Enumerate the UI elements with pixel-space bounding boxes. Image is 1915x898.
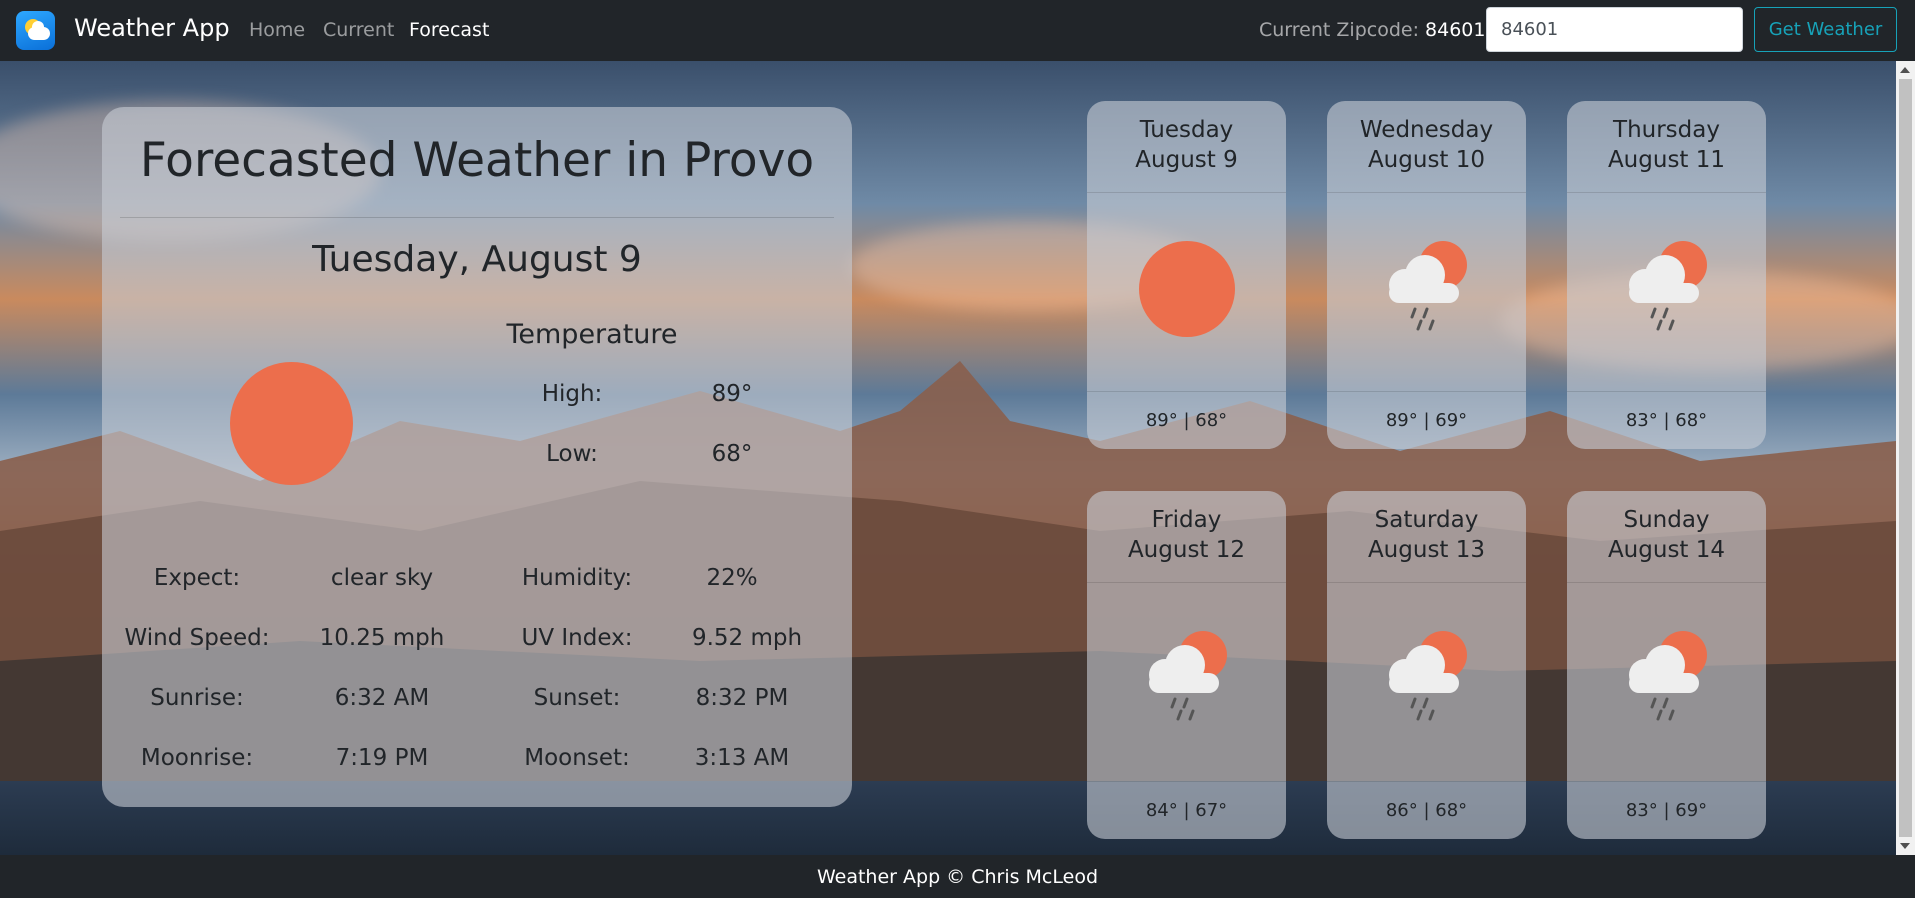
scroll-up-icon[interactable] — [1900, 67, 1910, 73]
forecast-card[interactable]: Friday August 12 84° | 67° — [1087, 491, 1286, 839]
high-label: High: — [541, 381, 603, 407]
scroll-down-icon[interactable] — [1900, 843, 1910, 849]
nav-link-current[interactable]: Current — [323, 19, 394, 41]
nav-link-home[interactable]: Home — [249, 19, 305, 41]
forecast-day: Saturday — [1374, 507, 1479, 533]
sun-icon — [1135, 237, 1239, 341]
sunset-value: 8:32 PM — [695, 685, 789, 711]
navbar: Weather App Home Current Forecast Curren… — [0, 0, 1915, 61]
divider — [120, 217, 834, 218]
forecast-day: Tuesday — [1139, 117, 1234, 143]
forecast-day: Friday — [1151, 507, 1222, 533]
forecast-temps: 83° | 69° — [1625, 800, 1708, 821]
forecast-date: August 9 — [1135, 147, 1238, 173]
forecast-date: August 13 — [1367, 537, 1486, 563]
footer-text: Weather App © Chris McLeod — [816, 866, 1099, 888]
scrollbar[interactable] — [1896, 61, 1915, 855]
expect-value: clear sky — [330, 565, 434, 591]
forecast-temps: 83° | 68° — [1625, 410, 1708, 431]
forecast-temps: 89° | 69° — [1385, 410, 1468, 431]
page-title: Forecasted Weather in Provo — [139, 133, 815, 188]
forecast-day: Wednesday — [1359, 117, 1494, 143]
expect-label: Expect: — [153, 565, 241, 591]
forecast-date: August 14 — [1607, 537, 1726, 563]
moonrise-label: Moonrise: — [140, 745, 254, 771]
moonset-value: 3:13 AM — [694, 745, 790, 771]
forecast-detail-card: Forecasted Weather in Provo Tuesday, Aug… — [102, 107, 852, 807]
forecast-day: Sunday — [1623, 507, 1710, 533]
wind-speed-label: Wind Speed: — [124, 625, 270, 651]
high-value: 89° — [711, 381, 753, 407]
rain-cloud-sun-icon — [1629, 241, 1707, 331]
forecast-card[interactable]: Sunday August 14 83° | 69° — [1567, 491, 1766, 839]
scroll-thumb[interactable] — [1899, 79, 1912, 837]
forecast-card[interactable]: Tuesday August 9 89° | 68° — [1087, 101, 1286, 449]
moonrise-value: 7:19 PM — [335, 745, 429, 771]
rain-cloud-sun-icon — [1149, 631, 1227, 721]
rain-cloud-sun-icon — [1389, 241, 1467, 331]
sunset-label: Sunset: — [533, 685, 621, 711]
sunrise-value: 6:32 AM — [334, 685, 430, 711]
get-weather-button[interactable]: Get Weather — [1754, 7, 1897, 52]
weather-logo-icon[interactable] — [16, 11, 55, 50]
selected-date: Tuesday, August 9 — [312, 239, 642, 280]
brand-name[interactable]: Weather App — [74, 14, 230, 42]
uv-index-value: 9.52 mph — [691, 625, 803, 651]
footer: Weather App © Chris McLeod — [0, 855, 1915, 898]
forecast-temps: 89° | 68° — [1145, 410, 1228, 431]
rain-cloud-sun-icon — [1389, 631, 1467, 721]
temperature-heading: Temperature — [506, 319, 678, 350]
zipcode-value: 84601 — [1425, 19, 1486, 41]
humidity-value: 22% — [706, 565, 758, 591]
nav-link-forecast[interactable]: Forecast — [409, 19, 489, 41]
low-label: Low: — [546, 441, 598, 467]
forecast-card[interactable]: Thursday August 11 83° | 68° — [1567, 101, 1766, 449]
sunrise-label: Sunrise: — [150, 685, 244, 711]
humidity-label: Humidity: — [521, 565, 633, 591]
uv-index-label: UV Index: — [521, 625, 633, 651]
forecast-date: August 10 — [1367, 147, 1486, 173]
wind-speed-value: 10.25 mph — [319, 625, 445, 651]
current-zipcode: Current Zipcode: 84601 — [1259, 19, 1485, 41]
forecast-day: Thursday — [1613, 117, 1720, 143]
forecast-date: August 12 — [1127, 537, 1246, 563]
low-value: 68° — [711, 441, 753, 467]
forecast-temps: 84° | 67° — [1145, 800, 1228, 821]
forecast-card[interactable]: Saturday August 13 86° | 68° — [1327, 491, 1526, 839]
forecast-temps: 86° | 68° — [1385, 800, 1468, 821]
sun-icon — [230, 362, 353, 485]
zipcode-label: Current Zipcode: — [1259, 19, 1419, 41]
forecast-date: August 11 — [1607, 147, 1726, 173]
zipcode-input[interactable] — [1486, 7, 1743, 52]
moonset-label: Moonset: — [524, 745, 630, 771]
forecast-card[interactable]: Wednesday August 10 89° | 69° — [1327, 101, 1526, 449]
rain-cloud-sun-icon — [1629, 631, 1707, 721]
